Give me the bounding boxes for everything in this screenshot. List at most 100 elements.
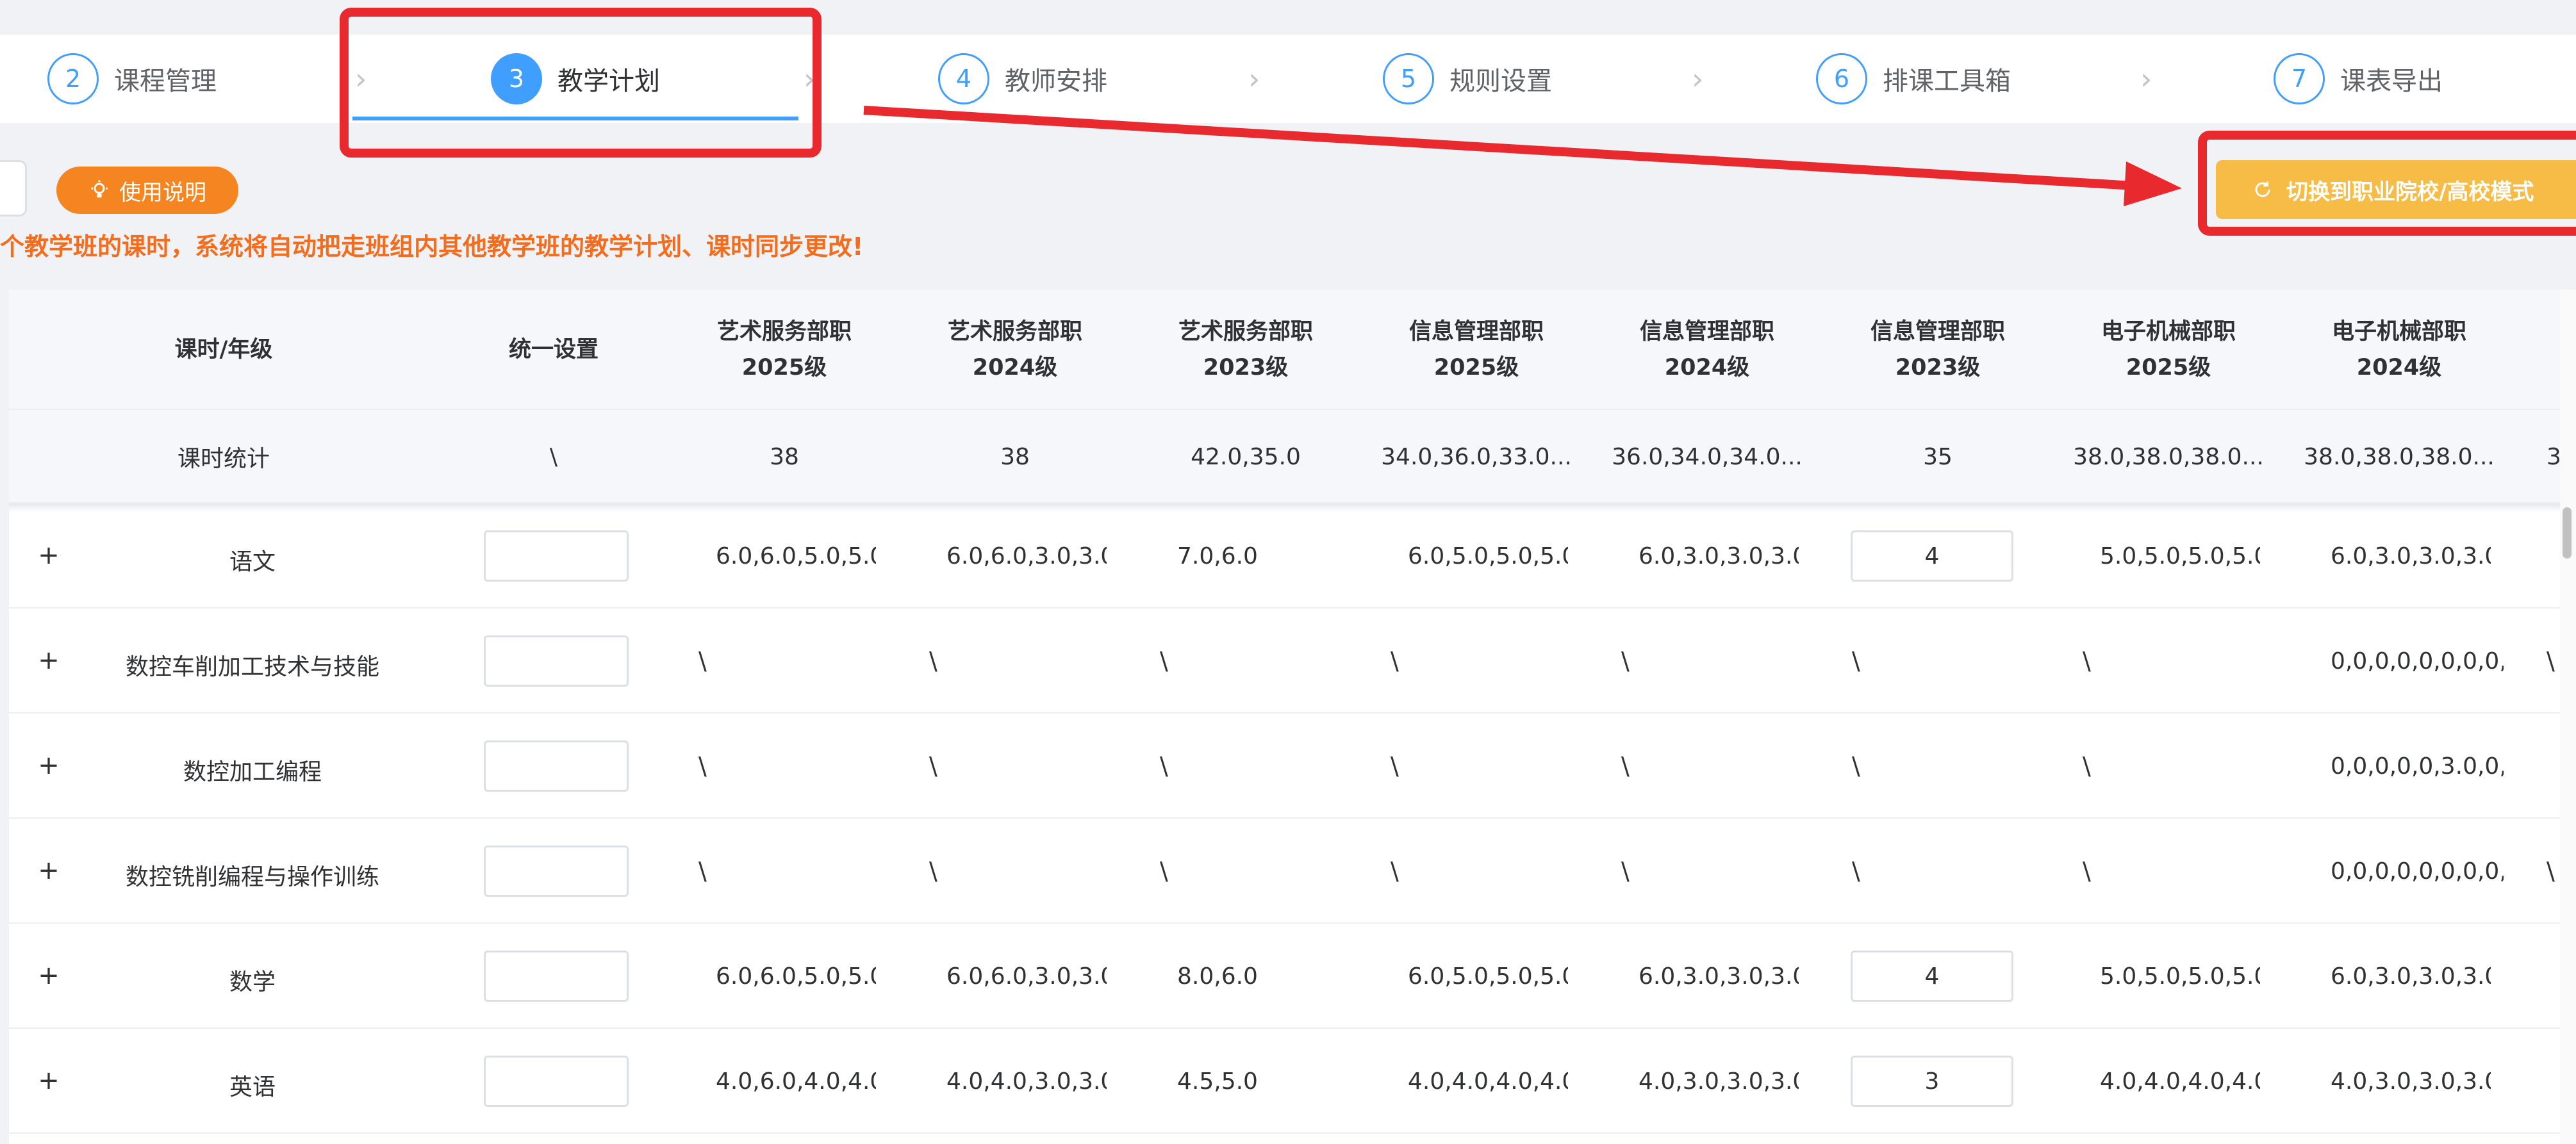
- stats-value: 38: [1000, 443, 1030, 470]
- cell-value[interactable]: 4.0,4.0,3.0,3.0,: [946, 1068, 1107, 1095]
- cell-value: \: [1391, 857, 1399, 885]
- table-header: 课时/年级 统一设置 艺术服务部职 2025级 艺术服务部职 2024级 艺术服务部…: [9, 290, 2570, 410]
- cell-value[interactable]: 6.0,6.0,3.0,3.0,: [946, 963, 1107, 990]
- cell-value: \: [929, 857, 937, 885]
- cell-value: \: [2083, 647, 2091, 675]
- step-rule-settings[interactable]: 5 规则设置: [1383, 35, 1552, 123]
- cell-value: \: [1621, 752, 1630, 780]
- subject-name: 英语: [229, 1074, 276, 1100]
- cell-value[interactable]: 4.0,3.0,3.0,3.0,: [1639, 1068, 1799, 1095]
- header-grade: 艺术服务部职 2025级: [716, 319, 852, 380]
- stats-unified: \: [549, 443, 558, 470]
- cell-value: \: [929, 647, 937, 675]
- cell-value[interactable]: 6.0,3.0,3.0,3.0,: [2331, 543, 2491, 569]
- header-grade: 电子机械部职 2025级: [2101, 319, 2236, 380]
- scrollbar-thumb[interactable]: [2563, 507, 2572, 559]
- help-button[interactable]: 使用说明: [56, 167, 238, 214]
- cell-value: \: [698, 647, 707, 675]
- cell-input[interactable]: 4: [1851, 951, 2013, 1002]
- plus-icon[interactable]: +: [36, 541, 62, 570]
- unified-setting-input[interactable]: [484, 1056, 629, 1107]
- cell-value: \: [1160, 752, 1168, 780]
- cell-value: \: [1391, 752, 1399, 780]
- unified-setting-input[interactable]: [484, 846, 629, 897]
- warning-text: 个教学班的课时，系统将自动把走班组内其他教学班的教学计划、课时同步更改!: [0, 233, 864, 261]
- help-button-label: 使用说明: [119, 179, 206, 206]
- vertical-scrollbar[interactable]: [2560, 290, 2576, 1144]
- header-grade: 信息管理部职 2024级: [1639, 319, 1774, 380]
- header-grade: 艺术服务部职 2023级: [1178, 319, 1313, 380]
- cell-value[interactable]: 4.0,3.0,3.0,3.0,: [2331, 1068, 2491, 1095]
- step-label: 排课工具箱: [1883, 67, 2011, 96]
- cell-value: \: [929, 752, 937, 780]
- chevron-right-icon: ›: [1692, 61, 1704, 96]
- cell-value: \: [2547, 647, 2555, 675]
- cell-value: \: [698, 752, 707, 780]
- chevron-right-icon: ›: [2140, 61, 2152, 96]
- unified-setting-input[interactable]: [484, 635, 629, 687]
- cell-value: \: [2083, 857, 2091, 885]
- cell-input[interactable]: 4: [1851, 530, 2013, 582]
- header-grade: 艺术服务部职 2024级: [947, 319, 1082, 380]
- stats-value: 35: [1923, 443, 1953, 470]
- unified-setting-input[interactable]: [484, 530, 629, 582]
- header-grade: 信息管理部职 2023级: [1870, 319, 2005, 380]
- step-label: 规则设置: [1449, 67, 1552, 96]
- cell-value: \: [2547, 857, 2555, 885]
- cell-value[interactable]: 0,0,0,0,0,3.0,0,: [2331, 753, 2504, 780]
- cell-value[interactable]: 5.0,5.0,5.0,5.0,: [2100, 963, 2260, 990]
- cell-value[interactable]: 6.0,3.0,3.0,3.0,: [2331, 963, 2491, 990]
- cell-value[interactable]: 6.0,3.0,3.0,3.0,: [1639, 543, 1799, 569]
- step-label: 课表导出: [2340, 67, 2443, 96]
- cell-value: \: [2083, 752, 2091, 780]
- step-number: 2: [47, 53, 99, 104]
- lightbulb-icon: [91, 180, 108, 198]
- cell-value[interactable]: 7.0,6.0: [1177, 543, 1337, 569]
- cell-value: \: [698, 857, 707, 885]
- cell-value[interactable]: 0,0,0,0,0,0,0,0,: [2331, 648, 2504, 674]
- subject-name: 数控铣削编程与操作训练: [125, 864, 379, 890]
- step-scheduling-toolbox[interactable]: 6 排课工具箱: [1816, 35, 2011, 123]
- plus-icon[interactable]: +: [36, 961, 62, 990]
- cell-value: \: [1160, 647, 1168, 675]
- cell-value[interactable]: 4.0,4.0,4.0,4.0,: [2100, 1068, 2260, 1095]
- cell-value: \: [1852, 647, 1860, 675]
- cell-value: \: [1621, 647, 1630, 675]
- partial-button[interactable]: [0, 160, 27, 217]
- header-unified: 统一设置: [508, 337, 599, 363]
- step-number: 5: [1383, 53, 1434, 104]
- step-number: 6: [1816, 53, 1867, 104]
- stats-value: 42.0,35.0: [1191, 443, 1301, 470]
- step-course-management[interactable]: 2 课程管理: [47, 35, 217, 123]
- cell-value: \: [1852, 857, 1860, 885]
- cell-value[interactable]: 6.0,6.0,5.0,5.0,: [716, 963, 876, 990]
- unified-setting-input[interactable]: [484, 951, 629, 1002]
- step-timetable-export[interactable]: 7 课表导出: [2274, 35, 2443, 123]
- cell-value[interactable]: 4.5,5.0: [1177, 1068, 1337, 1095]
- unified-setting-input[interactable]: [484, 740, 629, 792]
- annotation-box-teaching-plan: [340, 8, 822, 158]
- cell-value[interactable]: 8.0,6.0: [1177, 963, 1337, 990]
- subject-name: 数控加工编程: [183, 759, 322, 785]
- step-teacher-assignment[interactable]: 4 教师安排: [938, 35, 1107, 123]
- cell-value[interactable]: 6.0,5.0,5.0,5.0,: [1408, 543, 1568, 569]
- step-label: 教师安排: [1005, 67, 1107, 96]
- annotation-box-switch-mode: [2198, 131, 2576, 236]
- plus-icon[interactable]: +: [36, 856, 62, 885]
- plus-icon[interactable]: +: [36, 646, 62, 675]
- cell-value[interactable]: 6.0,5.0,5.0,5.0,: [1408, 963, 1568, 990]
- plus-icon[interactable]: +: [36, 1066, 62, 1095]
- plus-icon[interactable]: +: [36, 751, 62, 780]
- cell-value[interactable]: 4.0,4.0,4.0,4.0,: [1408, 1068, 1568, 1095]
- teaching-plan-table: 课时/年级 统一设置 艺术服务部职 2025级 艺术服务部职 2024级 艺术服务部…: [9, 290, 2570, 1144]
- header-grade: 信息管理部职 2025级: [1408, 319, 1544, 380]
- cell-input[interactable]: 3: [1851, 1056, 2013, 1107]
- cell-value[interactable]: 6.0,3.0,3.0,3.0,: [1639, 963, 1799, 990]
- subject-name: 数学: [229, 969, 276, 995]
- cell-value[interactable]: 6.0,6.0,3.0,3.0,: [946, 543, 1107, 569]
- cell-value[interactable]: 0,0,0,0,0,0,0,0,: [2331, 858, 2504, 885]
- stats-value: 36.0,34.0,34.0...: [1612, 443, 1803, 470]
- cell-value[interactable]: 5.0,5.0,5.0,5.0,: [2100, 543, 2260, 569]
- cell-value[interactable]: 4.0,6.0,4.0,4.0,: [716, 1068, 876, 1095]
- cell-value[interactable]: 6.0,6.0,5.0,5.0,: [716, 543, 876, 569]
